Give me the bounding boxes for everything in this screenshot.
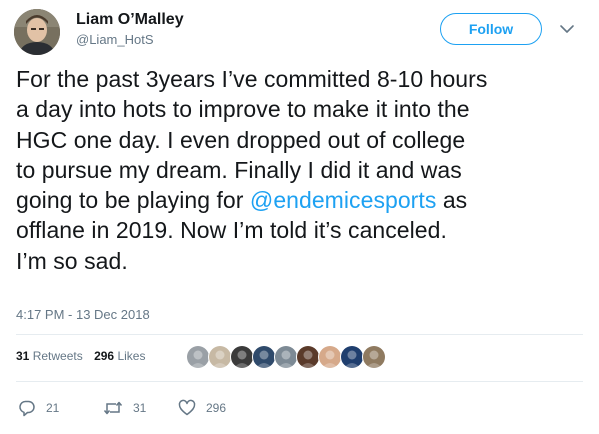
tweet-card: Liam O’Malley @Liam_HotS Follow For the … — [0, 0, 599, 434]
chevron-down-icon[interactable] — [558, 20, 576, 38]
heart-icon — [178, 399, 196, 416]
avatar[interactable] — [14, 9, 60, 55]
tweet-text-segment: as — [436, 187, 468, 214]
tweet-text-line: HGC one day. I even dropped out of colle… — [16, 126, 466, 153]
tweet-timestamp[interactable]: 4:17 PM - 13 Dec 2018 — [16, 307, 150, 322]
reply-count: 21 — [46, 401, 60, 415]
likes-stat[interactable]: 296 Likes — [94, 349, 145, 363]
retweets-label: Retweets — [32, 349, 83, 363]
likes-count: 296 — [94, 349, 115, 363]
retweet-count: 31 — [133, 401, 147, 415]
engagement-stats: 31 Retweets 296 Likes — [16, 349, 145, 363]
tweet-text-line: For the past 3years I’ve committed 8-10 … — [16, 66, 488, 92]
tweet-text-segment: going to be playing for — [16, 187, 250, 214]
avatar-8[interactable] — [340, 345, 364, 369]
divider — [16, 381, 583, 382]
tweet-text: For the past 3years I’ve committed 8-10 … — [16, 64, 586, 276]
avatar-9[interactable] — [362, 345, 386, 369]
author-display-name[interactable]: Liam O’Malley — [76, 11, 184, 29]
like-button[interactable]: 296 — [178, 398, 226, 418]
mention-link[interactable]: @endemicesports — [250, 187, 436, 213]
avatar-3[interactable] — [230, 345, 254, 369]
reply-icon — [19, 400, 35, 417]
avatar-6[interactable] — [296, 345, 320, 369]
avatar-4[interactable] — [252, 345, 276, 369]
tweet-text-line: going to be playing for @endemicesports … — [16, 185, 586, 215]
retweets-stat[interactable]: 31 Retweets — [16, 349, 83, 363]
liker-avatars — [186, 345, 386, 369]
retweets-count: 31 — [16, 349, 30, 363]
follow-button[interactable]: Follow — [440, 13, 542, 45]
divider — [16, 334, 583, 335]
avatar-1[interactable] — [186, 345, 210, 369]
reply-button[interactable]: 21 — [18, 398, 59, 418]
tweet-text-line: to pursue my dream. Finally I did it and… — [16, 156, 462, 183]
author-handle[interactable]: @Liam_HotS — [76, 32, 154, 47]
retweet-icon — [103, 401, 123, 415]
tweet-text-line: a day into hots to improve to make it in… — [16, 96, 470, 123]
avatar-7[interactable] — [318, 345, 342, 369]
tweet-text-line: I’m so sad. — [16, 247, 128, 274]
avatar-2[interactable] — [208, 345, 232, 369]
tweet-text-line: offlane in 2019. Now I’m told it’s cance… — [16, 217, 447, 244]
retweet-button[interactable]: 31 — [103, 398, 146, 418]
avatar-5[interactable] — [274, 345, 298, 369]
like-count: 296 — [206, 401, 227, 415]
likes-label: Likes — [117, 349, 146, 363]
